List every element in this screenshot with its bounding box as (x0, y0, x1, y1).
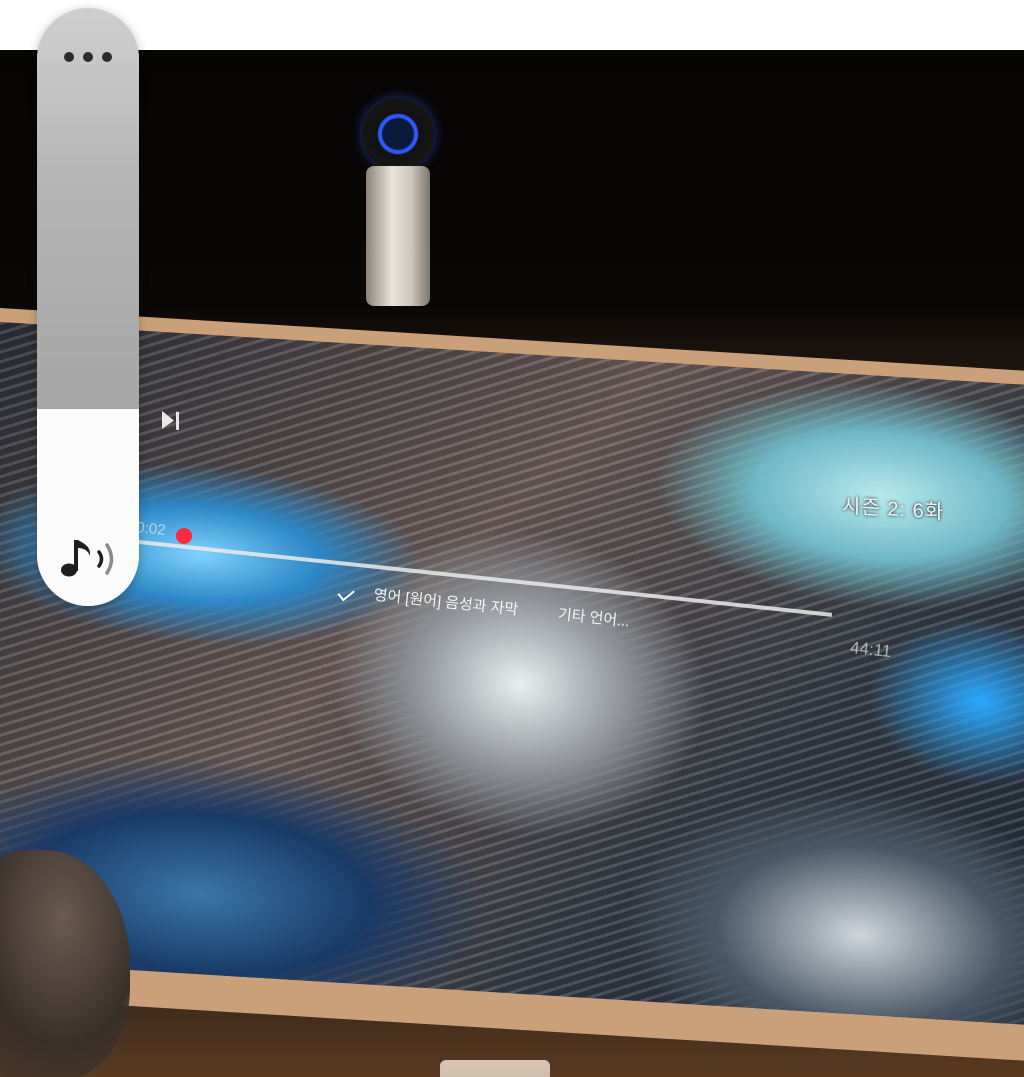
background-photo: 시즌 2: 6화 00:02 44:11 영어 [원어] 음성과 자막 기타 언… (0, 50, 1024, 1077)
episode-label: 시즌 2: 6화 (842, 495, 945, 524)
timeline-scrubber (176, 528, 192, 544)
more-dots-icon (64, 52, 74, 62)
music-note-volume-icon[interactable] (57, 532, 123, 582)
more-dots-icon (102, 52, 112, 62)
total-time: 44:11 (849, 637, 893, 662)
speaker-body (366, 166, 430, 306)
monitor: 시즌 2: 6화 (0, 308, 1024, 1061)
more-dots-icon (83, 52, 93, 62)
next-episode-icon (162, 410, 179, 430)
more-options-button[interactable] (58, 38, 118, 74)
checkmark-icon (337, 584, 355, 601)
monitor-stand (440, 1060, 550, 1077)
video-screen: 시즌 2: 6화 (0, 322, 1024, 1025)
smart-speaker (362, 98, 434, 308)
speaker-light-ring (362, 98, 434, 170)
volume-slider[interactable] (37, 8, 139, 606)
